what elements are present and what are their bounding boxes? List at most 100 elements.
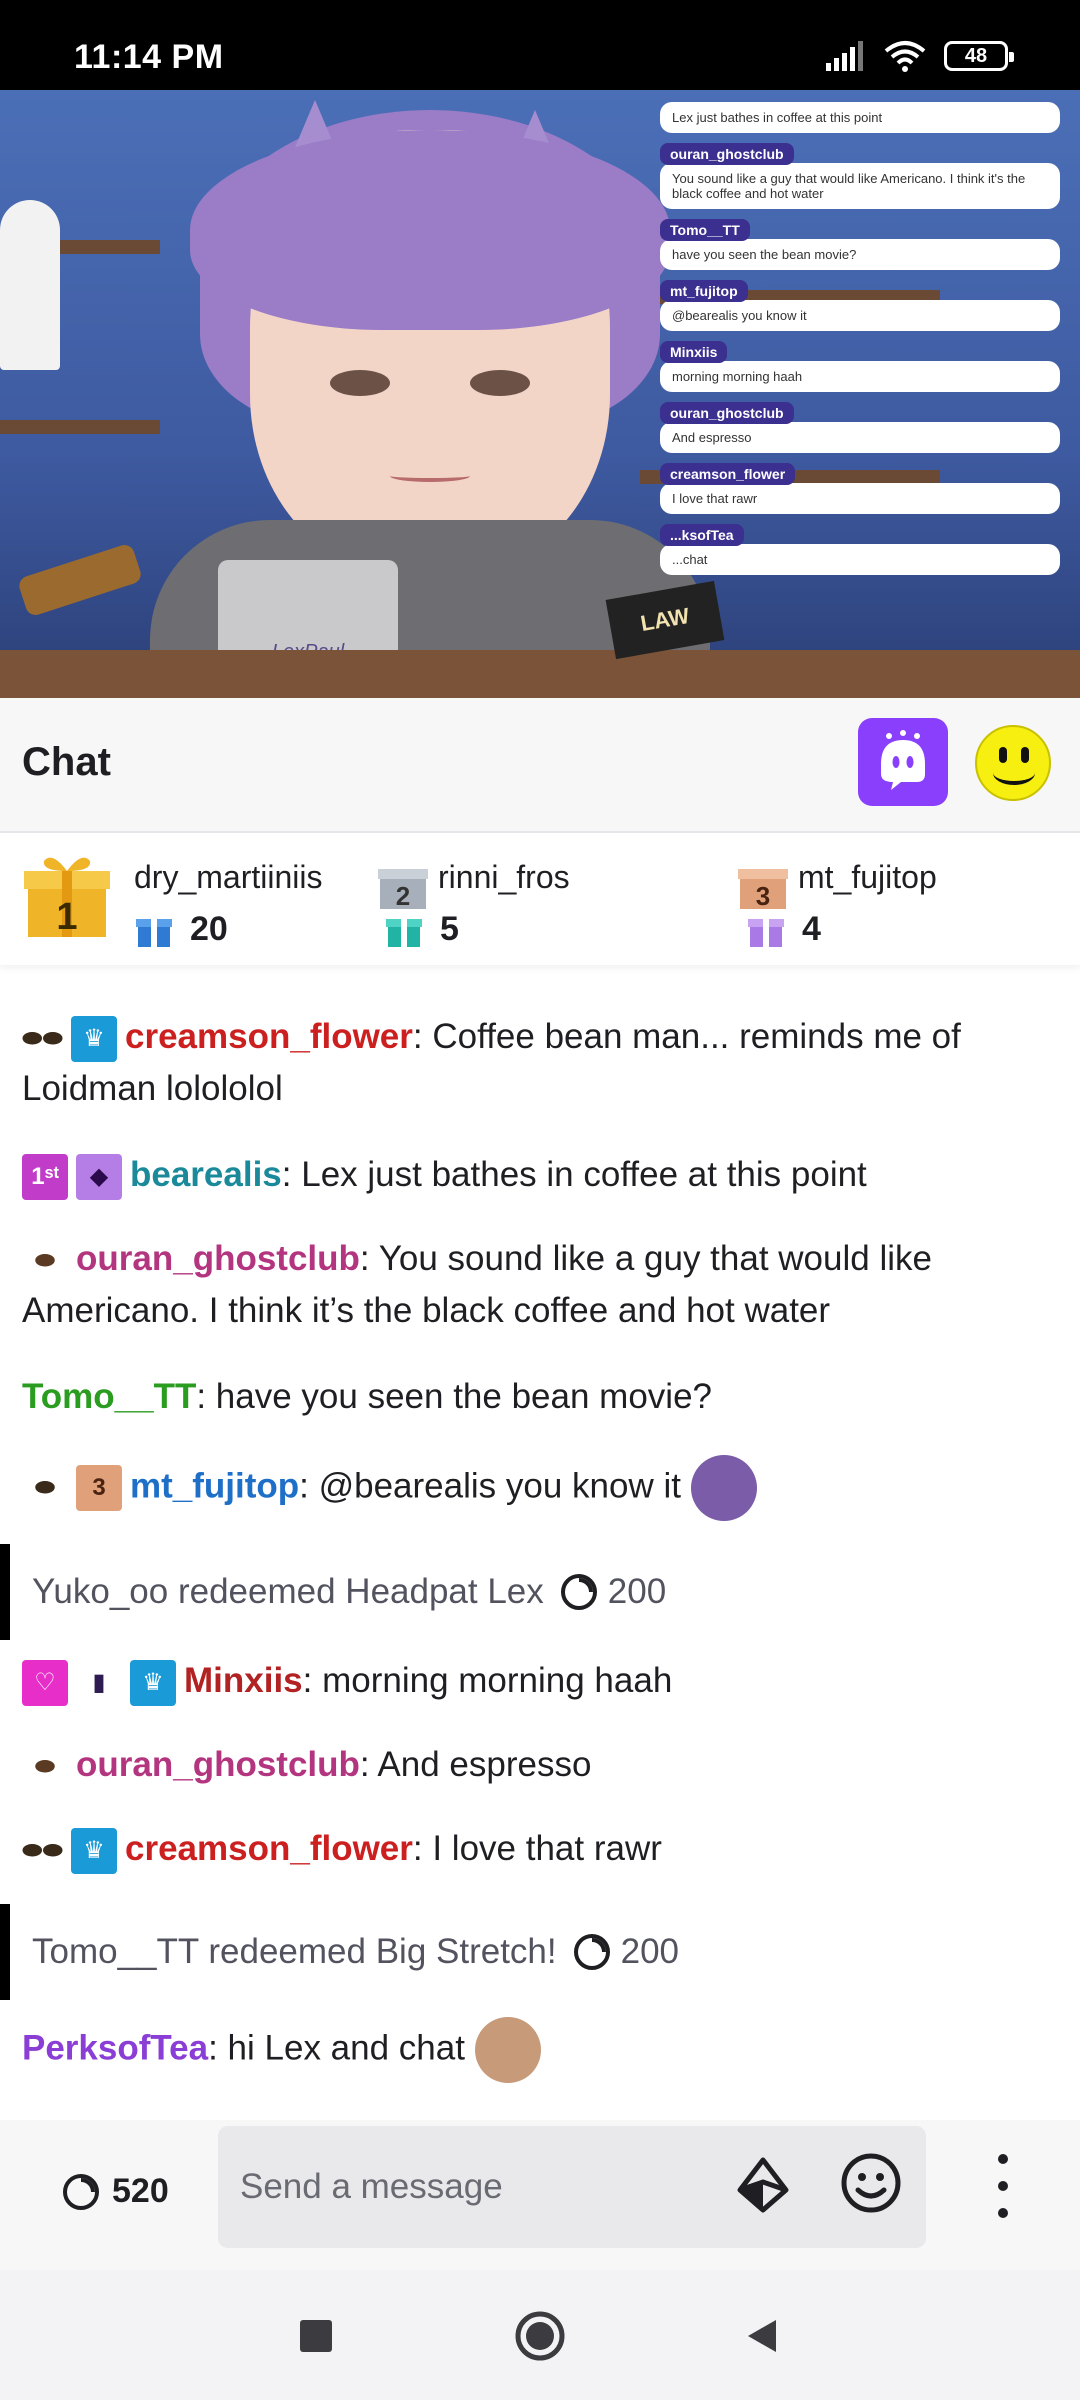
chat-message[interactable]: ⬬⬬ ♛ creamson_flower: Coffee bean man... r…: [22, 1011, 1058, 1115]
overlay-message: morning morning haah: [660, 361, 1060, 392]
overlay-message: @bearealis you know it: [660, 300, 1060, 331]
chat-message[interactable]: ⬬ ouran_ghostclub: And espresso: [22, 1739, 1058, 1791]
chat-message[interactable]: PerksofTea: hi Lex and chat: [22, 2017, 1058, 2083]
chat-message[interactable]: 1ˢᵗ ◆ bearealis: Lex just bathes in coffee…: [22, 1149, 1058, 1201]
chat-username[interactable]: ouran_ghostclub: [76, 1239, 360, 1278]
emote-button[interactable]: [968, 718, 1058, 808]
gavel: [16, 542, 144, 618]
chat-text: : Lex just bathes in coffee at this poin…: [281, 1155, 867, 1194]
smiley-icon: [975, 725, 1051, 801]
chat-username[interactable]: Tomo__TT: [22, 1377, 196, 1416]
message-input[interactable]: [218, 2126, 926, 2248]
status-icons: 48: [826, 40, 1014, 72]
channel-points-balance: 520: [112, 2172, 169, 2210]
gift-icon: [136, 919, 172, 947]
bits-diamond-icon: [737, 2157, 789, 2213]
chat-username[interactable]: mt_fujitop: [130, 1466, 299, 1505]
chat-text: : have you seen the bean movie?: [196, 1377, 712, 1416]
hair-fringe: [190, 130, 670, 330]
battery-indicator: 48: [944, 41, 1014, 71]
overlay-username: ouran_ghostclub: [660, 143, 794, 165]
stream-chat-overlay: Lex just bathes in coffee at this point …: [660, 102, 1060, 585]
battery-level: 48: [964, 44, 988, 67]
potion-badge-icon: ▮: [92, 1668, 106, 1696]
dot-icon: [998, 2208, 1008, 2218]
redeem-cost: 200: [620, 1932, 680, 1971]
overlay-item: ...ksofTea ...chat: [660, 524, 1060, 575]
rank-number: 1: [56, 896, 77, 938]
overlay-username: ...ksofTea: [660, 524, 744, 546]
recent-apps-button[interactable]: [284, 2304, 348, 2368]
leaderboard-entry[interactable]: 1 dry_martiiniis 20: [0, 835, 380, 965]
channel-points-icon: [63, 2173, 99, 2210]
coffee-beans-icon: ⬬⬬: [22, 1836, 63, 1864]
gift-rank-badge-icon: 3: [76, 1465, 122, 1511]
bits-button[interactable]: [730, 2152, 796, 2218]
stream-video[interactable]: LexPaul LAW Lex just bathes in coffee at…: [0, 90, 1080, 698]
overlay-message: And espresso: [660, 422, 1060, 453]
overlay-message: have you seen the bean movie?: [660, 239, 1060, 270]
overlay-message: ...chat: [660, 544, 1060, 575]
smiley-mouth: [993, 761, 1035, 785]
redeem-cost: 200: [607, 1572, 667, 1611]
rank-number: 3: [756, 881, 770, 911]
redeem-text: Tomo__TT redeemed Big Stretch!: [32, 1932, 557, 1971]
emoji-picker-button[interactable]: [838, 2150, 904, 2216]
chat-text: : @bearealis you know it: [299, 1466, 681, 1506]
coffee-bean-icon: ⬬: [34, 1246, 56, 1274]
wifi-icon: [884, 41, 926, 72]
chat-username[interactable]: PerksofTea: [22, 2028, 208, 2067]
gift-count-row: 4: [746, 909, 821, 949]
redeem-text: Yuko_oo redeemed Headpat Lex: [32, 1572, 544, 1611]
chat-input-bar: 520: [0, 2120, 1080, 2270]
rank-gift-icon: 1: [22, 849, 112, 939]
gift-count: 4: [802, 909, 821, 948]
chat-message[interactable]: ♡ ▮ ♛ Minxiis: morning morning haah: [22, 1655, 1058, 1707]
chat-username[interactable]: ouran_ghostclub: [76, 1745, 360, 1784]
chat-username[interactable]: creamson_flower: [125, 1017, 413, 1056]
chat-message[interactable]: ⬬⬬ ♛ creamson_flower: I love that rawr: [22, 1823, 1058, 1875]
status-time: 11:14 PM: [74, 38, 224, 76]
overlay-item: creamson_flower I love that rawr: [660, 463, 1060, 514]
chat-username[interactable]: Minxiis: [184, 1661, 303, 1700]
leaderboard-entry[interactable]: 2 rinni_fros 5: [370, 835, 730, 965]
gift-count-row: 5: [384, 909, 459, 949]
chat-username[interactable]: bearealis: [130, 1155, 282, 1194]
home-button[interactable]: [508, 2304, 572, 2368]
chat-username[interactable]: creamson_flower: [125, 1829, 413, 1868]
gift-leaderboard[interactable]: 1 dry_martiiniis 20 2 rinni_fros 5 3 mt_…: [0, 835, 1080, 965]
leaderboard-name: dry_martiiniis: [134, 859, 323, 895]
chat-message[interactable]: Tomo__TT: have you seen the bean movie?: [22, 1371, 1058, 1423]
overlay-message: You sound like a guy that would like Ame…: [660, 163, 1060, 209]
chat-message[interactable]: ⬬ ouran_ghostclub: You sound like a guy t…: [22, 1233, 1058, 1337]
desk: [0, 650, 1080, 698]
overlay-item: mt_fujitop @bearealis you know it: [660, 280, 1060, 331]
leaderboard-entry[interactable]: 3 mt_fujitop 4: [732, 835, 1080, 965]
shelf: [0, 420, 160, 434]
chat-message[interactable]: ⬬ 3 mt_fujitop: @bearealis you know it: [22, 1455, 1058, 1521]
rank-gift-icon: 3: [736, 857, 790, 911]
channel-points-icon: [573, 1934, 610, 1970]
chat-message-list[interactable]: ⬬⬬ ♛ creamson_flower: Coffee bean man... r…: [0, 965, 1080, 2120]
overlay-item: ouran_ghostclub You sound like a guy tha…: [660, 143, 1060, 209]
coffee-beans-icon: ⬬: [34, 1474, 56, 1501]
crown-badge-icon: ♛: [71, 1015, 117, 1062]
mouth: [390, 470, 470, 482]
redeem-points: 200: [560, 1572, 666, 1612]
chat-text: : I love that rawr: [412, 1829, 662, 1868]
eye-left: [330, 370, 390, 396]
diamond-badge-icon: ◆: [76, 1153, 122, 1200]
back-button[interactable]: [730, 2304, 794, 2368]
chat-title: Chat: [22, 740, 111, 784]
overlay-username: Minxiis: [660, 341, 728, 363]
chat-bot-button[interactable]: [858, 718, 948, 806]
home-circle-icon: [515, 2311, 565, 2361]
channel-points-button[interactable]: 520: [62, 2172, 169, 2211]
more-options-button[interactable]: [976, 2154, 1030, 2218]
first-badge-icon: 1ˢᵗ: [22, 1153, 68, 1200]
gift-icon: [386, 919, 422, 947]
channel-points-icon: [560, 1574, 597, 1610]
status-bar: 11:14 PM 48: [0, 0, 1080, 90]
crown-badge-icon: ♛: [71, 1827, 117, 1874]
redeem-notice: Tomo__TT redeemed Big Stretch! 200: [0, 1904, 1080, 2000]
